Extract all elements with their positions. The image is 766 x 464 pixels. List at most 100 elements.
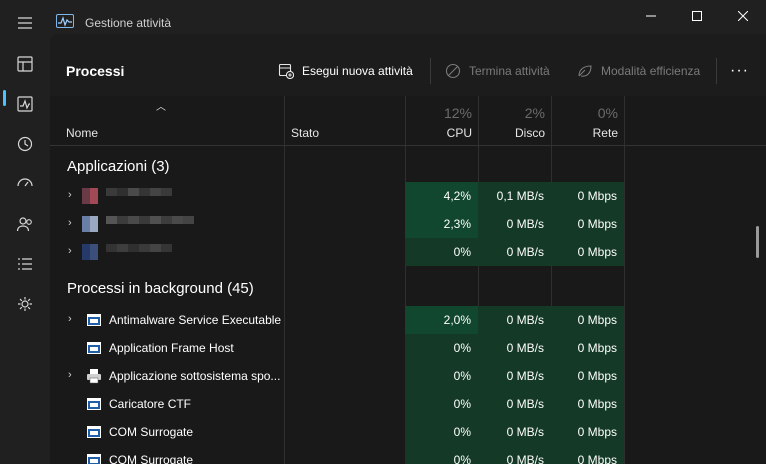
cpu-cell: 2,0% xyxy=(405,306,478,334)
column-header-cpu[interactable]: CPU xyxy=(405,126,472,140)
close-button[interactable] xyxy=(720,0,766,32)
efficiency-mode-label: Modalità efficienza xyxy=(601,64,701,78)
process-window-icon xyxy=(87,426,101,438)
performance-icon xyxy=(17,96,33,112)
cpu-cell: 0% xyxy=(405,334,478,362)
leaf-icon xyxy=(578,65,592,77)
navigation-pane xyxy=(0,34,50,464)
cpu-cell: 2,3% xyxy=(405,210,478,238)
startup-apps-icon xyxy=(17,178,33,187)
efficiency-mode-button[interactable]: Modalità efficienza xyxy=(577,56,700,86)
process-window-icon xyxy=(87,398,101,410)
minimize-button[interactable] xyxy=(628,0,674,32)
details-icon xyxy=(18,258,32,270)
app-history-icon xyxy=(17,136,33,152)
process-name: Antimalware Service Executable xyxy=(109,313,282,327)
run-new-task-button[interactable]: Esegui nuova attività xyxy=(278,56,413,86)
end-task-button[interactable]: Termina attività xyxy=(445,56,550,86)
process-name: Applicazione sottosistema spo... xyxy=(109,369,281,383)
chevron-right-icon[interactable]: › xyxy=(68,217,78,231)
table-row[interactable]: › 0% 0 MB/s 0 Mbps xyxy=(50,238,766,266)
title-bar: Gestione attività xyxy=(0,0,766,34)
command-separator xyxy=(716,58,717,84)
nav-item-processes[interactable] xyxy=(0,44,50,84)
process-window-icon xyxy=(87,314,101,326)
group-header-apps: Applicazioni (3) xyxy=(67,158,170,175)
redacted-app-name xyxy=(106,216,194,232)
disk-cell: 0 MB/s xyxy=(478,334,551,362)
table-row[interactable]: COM Surrogate 0% 0 MB/s 0 Mbps xyxy=(50,446,766,464)
disk-cell: 0 MB/s xyxy=(478,238,551,266)
run-new-task-label: Esegui nuova attività xyxy=(302,64,413,78)
network-total-percent: 0% xyxy=(597,105,618,121)
process-table: ︿ Nome Stato 12% CPU 2% Disco 0% Rete Ap… xyxy=(50,96,766,464)
network-cell: 0 Mbps xyxy=(551,306,624,334)
column-header-status[interactable]: Stato xyxy=(291,126,319,140)
table-row[interactable]: › Applicazione sottosistema spo... 0% 0 … xyxy=(50,362,766,390)
end-task-icon xyxy=(445,63,461,79)
cpu-total-percent: 12% xyxy=(443,105,472,121)
column-header-network[interactable]: Rete xyxy=(551,126,618,140)
disk-cell: 0 MB/s xyxy=(478,306,551,334)
vertical-scrollbar[interactable] xyxy=(756,226,759,258)
services-icon xyxy=(18,297,32,311)
column-header-disk[interactable]: Disco xyxy=(478,126,545,140)
end-task-label: Termina attività xyxy=(469,64,550,78)
table-row[interactable]: Application Frame Host 0% 0 MB/s 0 Mbps xyxy=(50,334,766,362)
chevron-right-icon[interactable]: › xyxy=(68,313,78,327)
table-row[interactable]: Caricatore CTF 0% 0 MB/s 0 Mbps xyxy=(50,390,766,418)
redacted-app-icon xyxy=(82,216,98,232)
process-window-icon xyxy=(87,342,101,354)
command-bar: Processi Esegui nuova attività Termina a… xyxy=(50,34,766,96)
users-icon xyxy=(16,217,32,232)
table-row[interactable]: › 4,2% 0,1 MB/s 0 Mbps xyxy=(50,182,766,210)
cpu-cell: 4,2% xyxy=(405,182,478,210)
redacted-app-icon xyxy=(82,188,98,204)
cpu-cell: 0% xyxy=(405,418,478,446)
sort-ascending-icon: ︿ xyxy=(156,102,166,113)
network-cell: 0 Mbps xyxy=(551,362,624,390)
column-header-name[interactable]: Nome xyxy=(66,126,98,140)
printer-icon xyxy=(87,369,101,384)
disk-cell: 0,1 MB/s xyxy=(478,182,551,210)
nav-item-services[interactable] xyxy=(0,284,50,324)
chevron-right-icon[interactable]: › xyxy=(68,369,78,383)
process-window-icon xyxy=(87,454,101,464)
process-name: COM Surrogate xyxy=(109,425,194,439)
more-icon: ··· xyxy=(730,62,749,79)
table-row[interactable]: COM Surrogate 0% 0 MB/s 0 Mbps xyxy=(50,418,766,446)
maximize-button[interactable] xyxy=(674,0,720,32)
disk-cell: 0 MB/s xyxy=(478,418,551,446)
network-cell: 0 Mbps xyxy=(551,446,624,464)
redacted-app-name xyxy=(106,188,172,204)
network-cell: 0 Mbps xyxy=(551,418,624,446)
chevron-right-icon[interactable]: › xyxy=(68,245,78,259)
redacted-app-icon xyxy=(82,244,98,260)
process-name: Caricatore CTF xyxy=(109,397,192,411)
nav-item-startup-apps[interactable] xyxy=(0,164,50,204)
redacted-app-name xyxy=(106,244,172,260)
processes-icon xyxy=(17,56,33,72)
network-cell: 0 Mbps xyxy=(551,182,624,210)
nav-item-performance[interactable] xyxy=(0,84,50,124)
table-row[interactable]: › Antimalware Service Executable 2,0% 0 … xyxy=(50,306,766,334)
nav-item-app-history[interactable] xyxy=(0,124,50,164)
command-separator xyxy=(430,58,431,84)
disk-cell: 0 MB/s xyxy=(478,362,551,390)
chevron-right-icon[interactable]: › xyxy=(68,189,78,203)
group-header-background: Processi in background (45) xyxy=(67,280,254,297)
more-options-button[interactable]: ··· xyxy=(730,56,749,86)
nav-item-users[interactable] xyxy=(0,204,50,244)
hamburger-menu-icon[interactable] xyxy=(12,12,38,34)
nav-item-details[interactable] xyxy=(0,244,50,284)
network-cell: 0 Mbps xyxy=(551,210,624,238)
disk-cell: 0 MB/s xyxy=(478,446,551,464)
network-cell: 0 Mbps xyxy=(551,390,624,418)
column-header-row: ︿ Nome Stato 12% CPU 2% Disco 0% Rete xyxy=(50,96,766,146)
cpu-cell: 0% xyxy=(405,390,478,418)
table-row[interactable]: › 2,3% 0 MB/s 0 Mbps xyxy=(50,210,766,238)
cpu-cell: 0% xyxy=(405,362,478,390)
process-name: COM Surrogate xyxy=(109,453,194,464)
cpu-cell: 0% xyxy=(405,238,478,266)
task-manager-logo-icon xyxy=(56,14,74,28)
